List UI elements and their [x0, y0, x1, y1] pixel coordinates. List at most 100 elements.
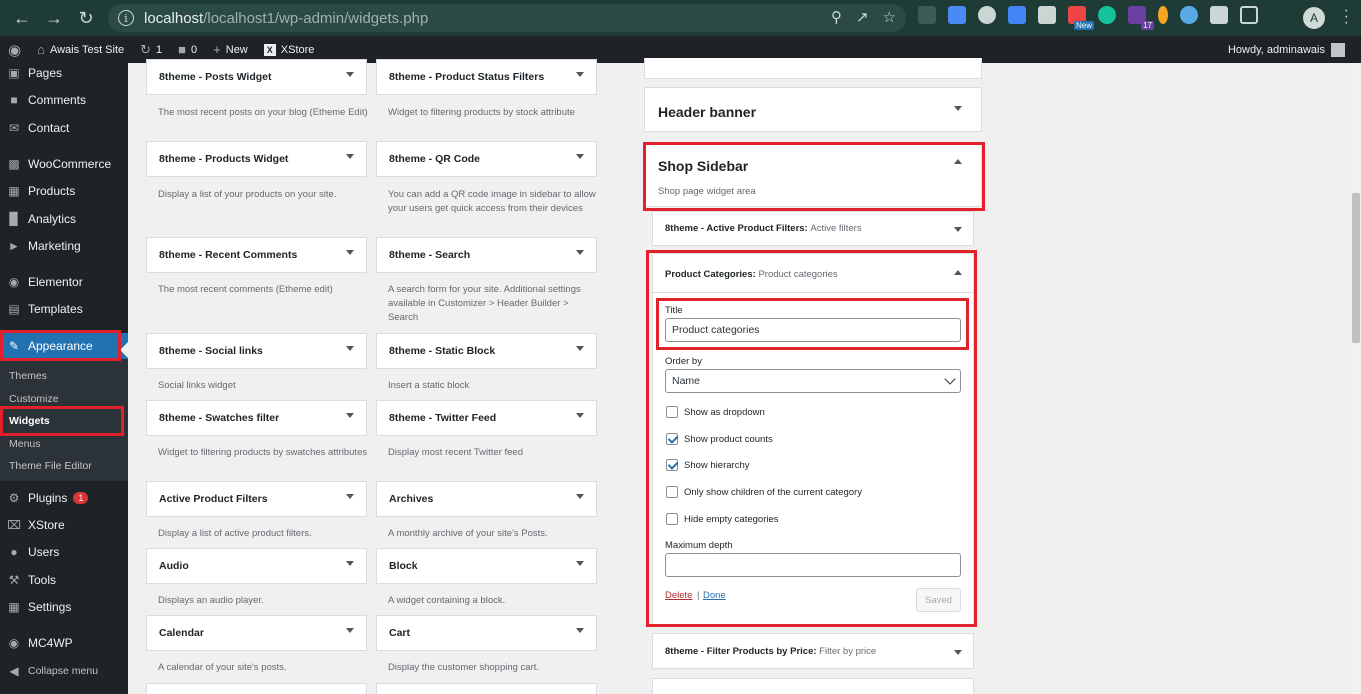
caret-down-icon[interactable]	[346, 561, 354, 566]
available-widget[interactable]: Archives	[376, 481, 597, 517]
grammarly-extension-icon[interactable]	[1098, 6, 1116, 24]
side-panel-icon[interactable]	[1240, 6, 1258, 24]
available-widget[interactable]: Calendar	[146, 615, 367, 651]
widget-area-header-banner[interactable]: Header banner	[644, 87, 982, 132]
caret-down-icon[interactable]	[346, 72, 354, 77]
reload-icon[interactable]: ↻	[70, 0, 102, 36]
site-info-icon[interactable]: i	[118, 10, 134, 26]
site-name-link[interactable]: ⌂ Awais Test Site	[29, 36, 132, 63]
delete-link[interactable]: Delete	[665, 590, 692, 601]
globe-extension-icon[interactable]	[978, 6, 996, 24]
widget-area-shop-sidebar[interactable]: Shop Sidebar Shop page widget area	[644, 143, 982, 207]
caret-down-icon[interactable]	[346, 494, 354, 499]
wp-logo-icon[interactable]: ◉	[0, 36, 29, 63]
my-account-link[interactable]: Howdy, adminawais	[1228, 36, 1361, 63]
submenu-customize[interactable]: Customize	[9, 393, 59, 405]
menu-appearance[interactable]: ✎ Appearance	[0, 333, 128, 359]
widget-filter-by-price[interactable]: 8theme - Filter Products by Price: Filte…	[652, 633, 974, 669]
caret-down-icon[interactable]	[346, 154, 354, 159]
children-checkbox[interactable]	[666, 486, 678, 498]
max-depth-input[interactable]	[665, 553, 961, 577]
menu-templates[interactable]: ▤ Templates	[0, 296, 128, 322]
checkbox-row-children[interactable]: Only show children of the current catego…	[666, 486, 862, 498]
widget-area-partial[interactable]	[644, 58, 982, 79]
recycle-extension-icon[interactable]	[918, 6, 936, 24]
caret-down-icon[interactable]	[954, 106, 962, 111]
address-bar[interactable]: i localhost/localhost1/wp-admin/widgets.…	[108, 4, 906, 32]
available-widget-partial[interactable]	[146, 683, 367, 694]
browser-menu-icon[interactable]: · · ·	[1344, 3, 1349, 31]
available-widget[interactable]: 8theme - Twitter Feed	[376, 400, 597, 436]
available-widget-partial[interactable]	[376, 683, 597, 694]
available-widget[interactable]: 8theme - QR Code	[376, 141, 597, 177]
bookmark-star-icon[interactable]: ☆	[883, 8, 896, 26]
menu-xstore[interactable]: ⌧ XStore	[0, 512, 128, 538]
menu-woocommerce[interactable]: ▩ WooCommerce	[0, 151, 128, 177]
count-extension-icon[interactable]: 17	[1128, 6, 1154, 30]
zoom-icon[interactable]: ⚲	[831, 8, 842, 26]
widget-partial-bottom[interactable]	[652, 678, 974, 694]
available-widget[interactable]: 8theme - Recent Comments	[146, 237, 367, 273]
menu-tools[interactable]: ⚒ Tools	[0, 567, 128, 593]
order-by-select[interactable]: Name	[665, 369, 961, 393]
widget-active-product-filters[interactable]: 8theme - Active Product Filters: Active …	[652, 211, 974, 246]
menu-users[interactable]: ● Users	[0, 539, 128, 565]
checkbox-row-hierarchy[interactable]: Show hierarchy	[666, 459, 749, 471]
collapse-menu-button[interactable]: ◀ Collapse menu	[0, 658, 128, 684]
done-link[interactable]: Done	[703, 590, 726, 601]
menu-pages[interactable]: ▣ Pages	[0, 60, 128, 86]
menu-analytics[interactable]: ▉ Analytics	[0, 206, 128, 232]
checkbox-row-counts[interactable]: Show product counts	[666, 433, 773, 445]
available-widget[interactable]: 8theme - Static Block	[376, 333, 597, 369]
hide-empty-checkbox[interactable]	[666, 513, 678, 525]
back-arrow-icon[interactable]: ←	[6, 0, 38, 36]
menu-mc4wp[interactable]: ◉ MC4WP	[0, 630, 128, 656]
forward-arrow-icon[interactable]: →	[38, 0, 70, 36]
caret-down-icon[interactable]	[576, 494, 584, 499]
scrollbar-thumb[interactable]	[1352, 193, 1360, 343]
available-widget[interactable]: Audio	[146, 548, 367, 584]
profile-avatar[interactable]: A	[1303, 7, 1325, 29]
title-input[interactable]: Product categories	[665, 318, 961, 342]
spiral-extension-icon[interactable]	[1180, 6, 1198, 24]
checkbox-row-dropdown[interactable]: Show as dropdown	[666, 406, 765, 418]
orange-extension-icon[interactable]	[1158, 6, 1168, 24]
dropdown-checkbox[interactable]	[666, 406, 678, 418]
caret-down-icon[interactable]	[346, 250, 354, 255]
caret-down-icon[interactable]	[576, 154, 584, 159]
available-widget[interactable]: 8theme - Search	[376, 237, 597, 273]
available-widget[interactable]: 8theme - Social links	[146, 333, 367, 369]
caret-down-icon[interactable]	[576, 561, 584, 566]
menu-plugins[interactable]: ⚙ Plugins 1	[0, 485, 128, 511]
new-extension-icon[interactable]: New	[1068, 6, 1094, 30]
menu-settings[interactable]: ▦ Settings	[0, 594, 128, 620]
submenu-theme-file-editor[interactable]: Theme File Editor	[9, 460, 92, 472]
docs-extension-icon[interactable]	[948, 6, 966, 24]
caret-down-icon[interactable]	[954, 650, 962, 655]
caret-down-icon[interactable]	[576, 250, 584, 255]
available-widget[interactable]: 8theme - Swatches filter	[146, 400, 367, 436]
caret-down-icon[interactable]	[576, 72, 584, 77]
caret-down-icon[interactable]	[576, 346, 584, 351]
caret-down-icon[interactable]	[346, 413, 354, 418]
available-widget[interactable]: Cart	[376, 615, 597, 651]
menu-elementor[interactable]: ◉ Elementor	[0, 269, 128, 295]
share-icon[interactable]: ↗	[856, 8, 869, 26]
caret-up-icon[interactable]	[954, 159, 962, 164]
menu-marketing[interactable]: ► Marketing	[0, 233, 128, 259]
caret-down-icon[interactable]	[576, 413, 584, 418]
counts-checkbox[interactable]	[666, 433, 678, 445]
caret-up-icon[interactable]	[954, 270, 962, 275]
caret-down-icon[interactable]	[346, 628, 354, 633]
caret-down-icon[interactable]	[954, 227, 962, 232]
puzzle-extension-icon[interactable]	[1210, 6, 1228, 24]
menu-products[interactable]: ▦ Products	[0, 178, 128, 204]
checkbox-row-hide-empty[interactable]: Hide empty categories	[666, 513, 779, 525]
submenu-widgets[interactable]: Widgets	[9, 415, 50, 427]
menu-comments[interactable]: ■ Comments	[0, 87, 128, 113]
submenu-menus[interactable]: Menus	[9, 438, 41, 450]
camera-extension-icon[interactable]	[1038, 6, 1056, 24]
caret-down-icon[interactable]	[346, 346, 354, 351]
hierarchy-checkbox[interactable]	[666, 459, 678, 471]
available-widget[interactable]: 8theme - Posts Widget	[146, 59, 367, 95]
